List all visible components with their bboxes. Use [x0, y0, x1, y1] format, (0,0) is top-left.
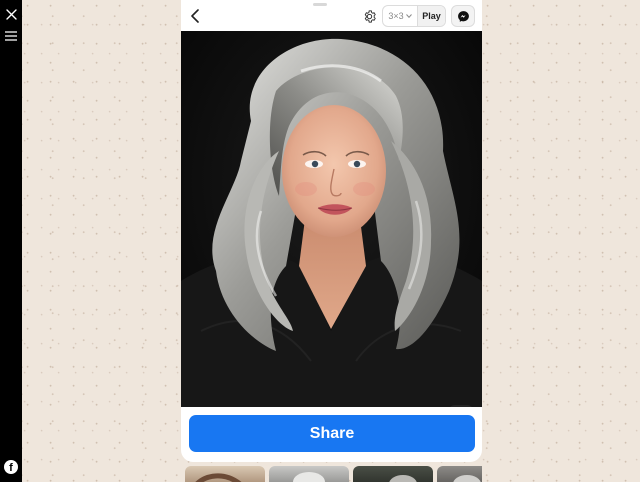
menu-button[interactable] [0, 28, 22, 44]
thumbnail-3[interactable] [353, 466, 433, 482]
download-button[interactable] [448, 405, 474, 407]
thumbnail-3-image [389, 475, 417, 482]
grid-size-label: 3×3 [388, 11, 404, 21]
play-button[interactable]: Play [417, 6, 445, 26]
puzzle-controls: 3×3 Play [382, 5, 446, 27]
messenger-button[interactable] [451, 5, 475, 27]
portrait-illustration [181, 31, 482, 407]
gear-icon [364, 9, 376, 23]
thumbnail-1-image [195, 473, 242, 482]
grid-size-select[interactable]: 3×3 [383, 6, 417, 26]
hamburger-menu-icon [5, 31, 17, 41]
puzzle-card: 3×3 Play [181, 0, 482, 462]
thumbnail-2[interactable] [269, 466, 349, 482]
facebook-button[interactable]: f [0, 458, 22, 476]
thumbnail-1[interactable] [185, 466, 265, 482]
left-rail: f [0, 0, 22, 482]
messenger-icon [457, 10, 469, 22]
facebook-icon: f [4, 460, 18, 474]
card-toolbar: 3×3 Play [181, 0, 482, 31]
thumbnail-strip [185, 466, 482, 482]
close-button[interactable] [0, 6, 22, 22]
thumbnail-4[interactable] [437, 466, 482, 482]
portrait-photo [181, 31, 482, 407]
drag-handle[interactable] [313, 3, 327, 6]
back-button[interactable] [185, 6, 205, 26]
chevron-left-icon [191, 9, 199, 23]
close-icon [5, 8, 17, 20]
thumbnail-4-image [453, 475, 481, 482]
settings-button[interactable] [359, 6, 379, 26]
chevron-down-icon [405, 14, 412, 18]
share-button[interactable]: Share [189, 415, 475, 452]
thumbnail-2-image [293, 472, 325, 482]
